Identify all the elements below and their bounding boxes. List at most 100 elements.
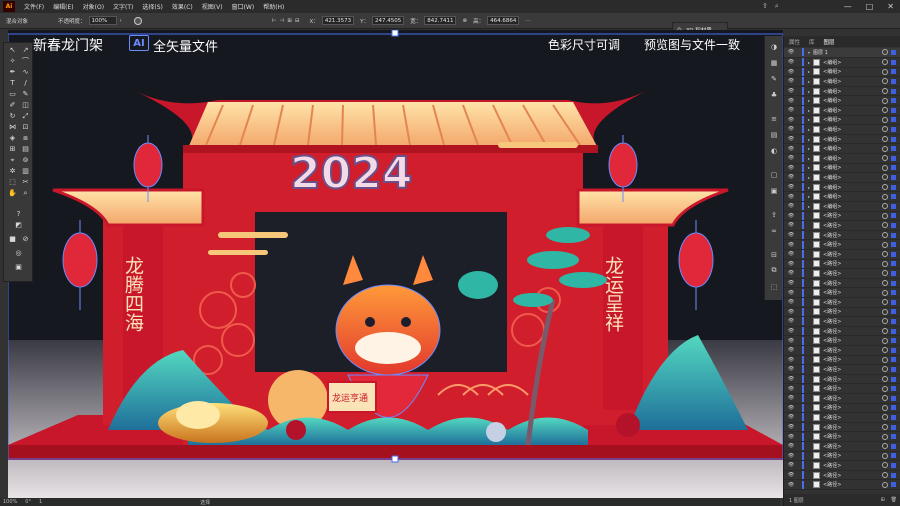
direct-selection-tool-icon[interactable]: ↗ bbox=[20, 46, 31, 55]
visibility-icon[interactable]: 👁 bbox=[787, 126, 795, 132]
perspective-icon[interactable]: ⧈ bbox=[20, 134, 31, 143]
target-icon[interactable] bbox=[882, 404, 888, 411]
symbols-icon[interactable]: ♣ bbox=[769, 90, 779, 99]
visibility-icon[interactable]: 👁 bbox=[787, 472, 795, 478]
menu-help[interactable]: 帮助(H) bbox=[263, 2, 284, 11]
target-icon[interactable] bbox=[882, 385, 888, 392]
magic-wand-icon[interactable]: ✧ bbox=[7, 57, 18, 66]
pathfinder-icon[interactable]: ⧉ bbox=[769, 266, 779, 275]
opacity-input[interactable]: 100% bbox=[88, 16, 117, 25]
layer-row[interactable]: 👁 <路径> bbox=[784, 403, 900, 414]
visibility-icon[interactable]: 👁 bbox=[787, 280, 795, 286]
search-icon[interactable]: ⌕ bbox=[775, 2, 779, 11]
blend-icon[interactable]: ⊚ bbox=[20, 156, 31, 165]
menu-type[interactable]: 文字(T) bbox=[113, 2, 133, 11]
target-icon[interactable] bbox=[882, 366, 888, 373]
close-button[interactable]: ✕ bbox=[887, 2, 894, 11]
selection-indicator[interactable] bbox=[891, 443, 896, 449]
shaper-icon[interactable]: ✐ bbox=[7, 101, 18, 110]
target-icon[interactable] bbox=[882, 174, 888, 181]
visibility-icon[interactable]: 👁 bbox=[787, 69, 795, 75]
target-icon[interactable] bbox=[882, 116, 888, 123]
mesh-icon[interactable]: ⊞ bbox=[7, 145, 18, 154]
selection-indicator[interactable] bbox=[891, 366, 896, 372]
layer-row[interactable]: 👁 <路径> bbox=[784, 327, 900, 337]
selection-indicator[interactable] bbox=[891, 98, 896, 104]
layer-row[interactable]: 👁 <路径> bbox=[784, 432, 900, 442]
menu-view[interactable]: 视图(V) bbox=[202, 2, 223, 11]
artboard-canvas[interactable]: 2024 龙腾四海 龙运呈祥 龙运亨通 新春龙门架 AI 全矢量文件 色彩尺寸可… bbox=[8, 30, 783, 498]
layer-row[interactable]: 👁 ▸ <编组> bbox=[784, 58, 900, 68]
selection-indicator[interactable] bbox=[891, 290, 896, 296]
target-icon[interactable] bbox=[882, 88, 888, 95]
selection-indicator[interactable] bbox=[891, 213, 896, 219]
target-icon[interactable] bbox=[882, 347, 888, 354]
target-icon[interactable] bbox=[882, 184, 888, 191]
swatches-icon[interactable]: ▦ bbox=[769, 58, 779, 67]
fill-stroke-icon[interactable]: ◩ bbox=[13, 221, 24, 230]
visibility-icon[interactable]: 👁 bbox=[787, 299, 795, 305]
visibility-icon[interactable]: 👁 bbox=[787, 251, 795, 257]
selection-indicator[interactable] bbox=[891, 270, 896, 276]
visibility-icon[interactable]: 👁 bbox=[787, 184, 795, 190]
layer-row[interactable]: 👁 ▸ <编组> bbox=[784, 183, 900, 193]
layer-row[interactable]: 👁 <路径> bbox=[784, 451, 900, 462]
selection-indicator[interactable] bbox=[891, 165, 896, 171]
line-tool-icon[interactable]: / bbox=[20, 79, 31, 88]
maximize-button[interactable]: □ bbox=[866, 2, 874, 11]
layer-row[interactable]: 👁 <路径> bbox=[784, 461, 900, 471]
paintbrush-icon[interactable]: ✎ bbox=[20, 90, 31, 99]
selection-indicator[interactable] bbox=[891, 117, 896, 123]
layer-row[interactable]: 👁 <路径> bbox=[784, 288, 900, 298]
minimize-button[interactable]: — bbox=[844, 2, 852, 11]
layer-row[interactable]: 👁 <路径> bbox=[784, 375, 900, 385]
target-icon[interactable] bbox=[882, 251, 888, 258]
curvature-icon[interactable]: ∿ bbox=[20, 68, 31, 77]
layer-row[interactable]: 👁 <路径> bbox=[784, 423, 900, 433]
layer-row[interactable]: 👁 <路径> bbox=[784, 471, 900, 481]
symbol-sprayer-icon[interactable]: ✲ bbox=[7, 167, 18, 176]
selection-indicator[interactable] bbox=[891, 59, 896, 65]
layer-row[interactable]: 👁 ▸ <编组> bbox=[784, 163, 900, 174]
target-icon[interactable] bbox=[882, 222, 888, 229]
visibility-icon[interactable]: 👁 bbox=[787, 107, 795, 113]
transform-icon[interactable]: ⊞ bbox=[287, 18, 292, 24]
selection-indicator[interactable] bbox=[891, 434, 896, 440]
visibility-icon[interactable]: 👁 bbox=[787, 347, 795, 353]
target-icon[interactable] bbox=[882, 212, 888, 219]
visibility-icon[interactable]: 👁 bbox=[787, 395, 795, 401]
layer-row[interactable]: 👁 <路径> bbox=[784, 240, 900, 250]
selection-indicator[interactable] bbox=[891, 453, 896, 459]
menu-edit[interactable]: 编辑(E) bbox=[53, 2, 73, 11]
artboards-panel-icon[interactable]: ⬚ bbox=[769, 282, 779, 291]
selection-indicator[interactable] bbox=[891, 232, 896, 238]
new-layer-icon[interactable]: ⊞ bbox=[880, 497, 884, 503]
align-panel-icon[interactable]: ⊟ bbox=[769, 250, 779, 259]
target-icon[interactable] bbox=[882, 481, 888, 488]
layer-row[interactable]: 👁 ▸ <编组> bbox=[784, 67, 900, 78]
selection-indicator[interactable] bbox=[891, 405, 896, 411]
layer-row[interactable]: 👁 ▸ <编组> bbox=[784, 87, 900, 97]
layer-row[interactable]: 👁 <路径> bbox=[784, 336, 900, 346]
visibility-icon[interactable]: 👁 bbox=[787, 290, 795, 296]
target-icon[interactable] bbox=[882, 203, 888, 210]
links-icon[interactable]: ∞ bbox=[769, 226, 779, 235]
export-icon[interactable]: ⇪ bbox=[769, 210, 779, 219]
target-icon[interactable] bbox=[882, 356, 888, 363]
target-icon[interactable] bbox=[882, 241, 888, 248]
more-options-icon[interactable]: ⋯ bbox=[525, 18, 531, 24]
visibility-icon[interactable]: 👁 bbox=[787, 49, 795, 55]
selection-indicator[interactable] bbox=[891, 347, 896, 353]
menu-file[interactable]: 文件(F) bbox=[24, 2, 44, 11]
rotation-value[interactable]: 0° bbox=[25, 499, 31, 505]
visibility-icon[interactable]: 👁 bbox=[787, 146, 795, 152]
layer-row[interactable]: 👁 <路径> bbox=[784, 279, 900, 289]
visibility-icon[interactable]: 👁 bbox=[787, 482, 795, 488]
menu-effect[interactable]: 效果(C) bbox=[172, 2, 193, 11]
selection-indicator[interactable] bbox=[891, 482, 896, 488]
transparency-icon[interactable]: ◐ bbox=[769, 146, 779, 155]
visibility-icon[interactable]: 👁 bbox=[787, 434, 795, 440]
layer-row[interactable]: 👁 <路径> bbox=[784, 250, 900, 260]
x-input[interactable]: 421.3573 bbox=[321, 16, 355, 25]
target-icon[interactable] bbox=[882, 270, 888, 277]
